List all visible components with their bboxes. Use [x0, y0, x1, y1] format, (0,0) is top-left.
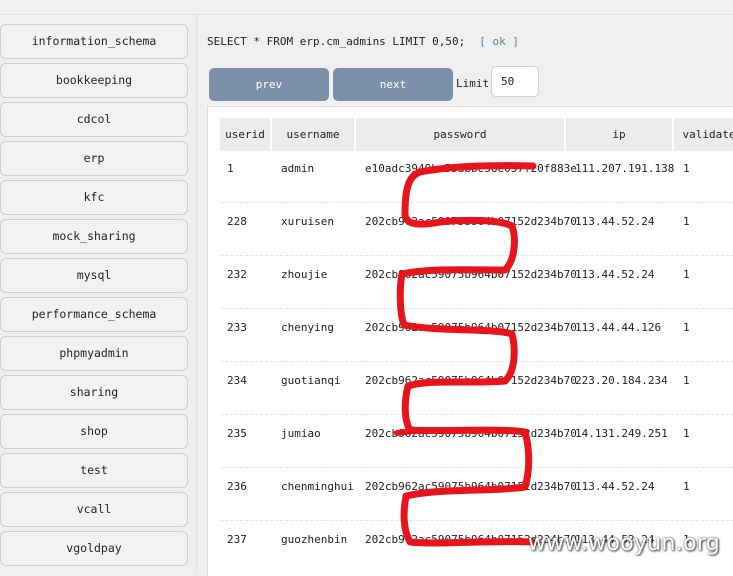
limit-input[interactable]	[491, 66, 539, 97]
cell-password: 202cb962ac59075b964b07152d234b70	[365, 480, 577, 493]
cell-ip: 111.207.191.138	[575, 162, 675, 175]
cell-userid: 228	[227, 215, 247, 228]
column-header-validate[interactable]: validate	[674, 118, 733, 151]
top-divider	[0, 14, 733, 15]
cell-password: 202cb962ac59075b964b07152d234b70	[365, 215, 577, 228]
row-separator	[220, 308, 733, 309]
column-header-ip[interactable]: ip	[566, 118, 672, 151]
limit-label: Limit	[456, 77, 490, 90]
cell-password: 202cb962ac59075b964b07152d234b70	[365, 374, 577, 387]
row-separator	[220, 414, 733, 415]
cell-username: guotianqi	[281, 374, 341, 387]
cell-validate: 1	[683, 162, 690, 175]
cell-validate: 1	[683, 215, 690, 228]
database-button[interactable]: information_schema	[0, 24, 188, 59]
cell-username: chenminghui	[281, 480, 354, 493]
cell-validate: 1	[683, 268, 690, 281]
database-button[interactable]: vcall	[0, 492, 188, 527]
next-button[interactable]: next	[333, 68, 453, 101]
cell-password: 202cb962ac59075b964b07152d234b70	[365, 268, 577, 281]
cell-password: e10adc3949ba59abbe56e057f20f883e	[365, 162, 577, 175]
row-separator	[220, 467, 733, 468]
database-button[interactable]: mysql	[0, 258, 188, 293]
row-separator	[220, 202, 733, 203]
cell-userid: 235	[227, 427, 247, 440]
cell-username: chenying	[281, 321, 334, 334]
database-button[interactable]: phpmyadmin	[0, 336, 188, 371]
database-button[interactable]: mock_sharing	[0, 219, 188, 254]
row-separator	[220, 255, 733, 256]
cell-ip: 113.44.44.126	[575, 321, 662, 334]
cell-validate: 1	[683, 480, 690, 493]
sidebar-divider	[196, 14, 197, 575]
database-button[interactable]: performance_schema	[0, 297, 188, 332]
database-button[interactable]: sharing	[0, 375, 188, 410]
cell-password: 202cb962ac59075b964b07152d234b70	[365, 321, 577, 334]
watermark: www.wooyun.org	[528, 531, 721, 556]
cell-userid: 232	[227, 268, 247, 281]
prev-button[interactable]: prev	[209, 68, 329, 101]
query-line: SELECT * FROM erp.cm_admins LIMIT 0,50; […	[207, 35, 519, 48]
cell-ip: 223.20.184.234	[575, 374, 668, 387]
cell-validate: 1	[683, 321, 690, 334]
cell-validate: 1	[683, 374, 690, 387]
query-sql: SELECT * FROM erp.cm_admins LIMIT 0,50;	[207, 35, 466, 48]
cell-password: 202cb962ac59075b964b07152d234b70	[365, 427, 577, 440]
cell-validate: 1	[683, 427, 690, 440]
cell-username: zhoujie	[281, 268, 328, 281]
cell-username: jumiao	[281, 427, 321, 440]
cell-username: guozhenbin	[281, 533, 348, 546]
cell-userid: 234	[227, 374, 247, 387]
row-separator	[220, 520, 733, 521]
database-sidebar: information_schema bookkeeping cdcol erp kfc…	[0, 24, 190, 570]
database-button[interactable]: vgoldpay	[0, 531, 188, 566]
database-button[interactable]: shop	[0, 414, 188, 449]
cell-ip: 113.44.52.24	[575, 268, 655, 281]
database-button[interactable]: bookkeeping	[0, 63, 188, 98]
cell-userid: 1	[227, 162, 234, 175]
database-button[interactable]: cdcol	[0, 102, 188, 137]
results-table: userid username password ip validate 1 admin e1…	[207, 106, 733, 576]
cell-ip: 113.44.52.24	[575, 480, 655, 493]
cell-userid: 237	[227, 533, 247, 546]
column-header-userid[interactable]: userid	[220, 118, 270, 151]
database-button[interactable]: erp	[0, 141, 188, 176]
cell-username: admin	[281, 162, 315, 175]
column-header-password[interactable]: password	[356, 118, 564, 151]
database-button[interactable]: test	[0, 453, 188, 488]
cell-ip: 14.131.249.251	[575, 427, 668, 440]
database-button[interactable]: kfc	[0, 180, 188, 215]
cell-username: xuruisen	[281, 215, 334, 228]
cell-ip: 113.44.52.24	[575, 215, 655, 228]
query-status: [ ok ]	[479, 35, 520, 48]
cell-userid: 233	[227, 321, 247, 334]
row-separator	[220, 361, 733, 362]
column-header-username[interactable]: username	[272, 118, 354, 151]
cell-userid: 236	[227, 480, 247, 493]
